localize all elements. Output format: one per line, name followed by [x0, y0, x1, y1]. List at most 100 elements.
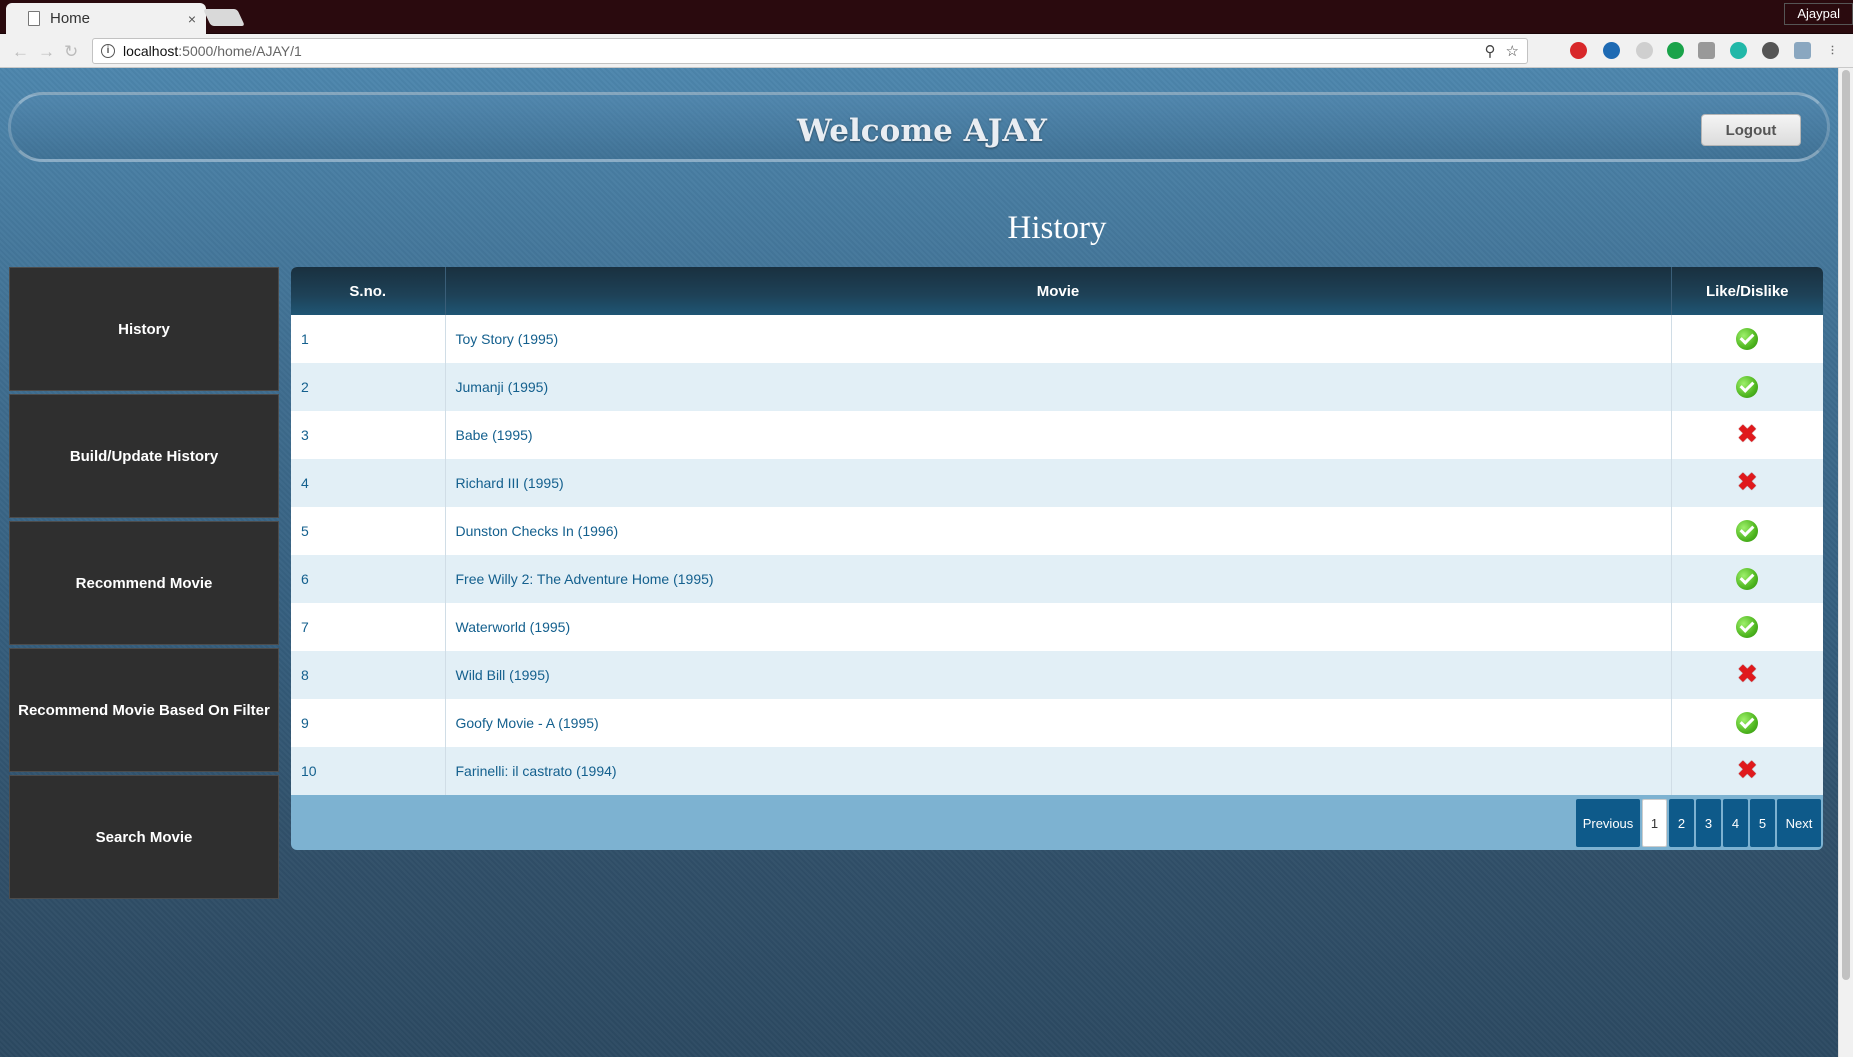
- row-movie: Farinelli: il castrato (1994): [445, 747, 1672, 795]
- row-like-dislike: ✖: [1671, 411, 1823, 459]
- row-like-dislike: ✖: [1671, 459, 1823, 507]
- movie-link[interactable]: Farinelli: il castrato (1994): [456, 763, 617, 779]
- previous-page-button[interactable]: Previous: [1576, 799, 1640, 847]
- movie-link[interactable]: Waterworld (1995): [456, 619, 571, 635]
- extension-notes-icon[interactable]: [1698, 42, 1715, 59]
- dislike-cross-icon: ✖: [1737, 421, 1758, 448]
- page-button-4[interactable]: 4: [1723, 799, 1748, 847]
- menu-icon[interactable]: ⋮: [1824, 42, 1841, 59]
- table-row: 3 Babe (1995) ✖: [291, 411, 1823, 459]
- row-sno: 2: [291, 363, 446, 411]
- new-tab-button[interactable]: [203, 9, 245, 26]
- row-movie: Toy Story (1995): [445, 315, 1672, 363]
- row-movie: Waterworld (1995): [445, 603, 1672, 651]
- like-check-icon: [1736, 616, 1759, 638]
- extension-r-icon[interactable]: [1603, 42, 1620, 59]
- row-movie: Goofy Movie - A (1995): [445, 699, 1672, 747]
- movie-link[interactable]: Jumanji (1995): [456, 379, 549, 395]
- bookmark-star-icon[interactable]: ☆: [1506, 42, 1519, 60]
- extension-m-icon[interactable]: [1730, 42, 1747, 59]
- movie-link[interactable]: Dunston Checks In (1996): [456, 523, 619, 539]
- like-check-icon: [1736, 376, 1759, 398]
- row-like-dislike: [1671, 603, 1823, 651]
- row-like-dislike: ✖: [1671, 747, 1823, 795]
- table-row: 6 Free Willy 2: The Adventure Home (1995): [291, 555, 1823, 603]
- back-icon[interactable]: ←: [12, 42, 29, 62]
- reload-icon[interactable]: ↻: [64, 42, 78, 62]
- row-sno: 1: [291, 315, 446, 363]
- page-button-1[interactable]: 1: [1642, 799, 1667, 847]
- movie-link[interactable]: Babe (1995): [456, 427, 533, 443]
- dislike-cross-icon: ✖: [1737, 469, 1758, 496]
- table-row: 7 Waterworld (1995): [291, 603, 1823, 651]
- page-button-5[interactable]: 5: [1750, 799, 1775, 847]
- page-body: Welcome AJAY Logout History History Buil…: [0, 68, 1838, 1057]
- history-table-container: S.no. Movie Like/Dislike 1 Toy Story (199…: [291, 267, 1823, 850]
- row-sno: 4: [291, 459, 446, 507]
- logout-button[interactable]: Logout: [1701, 114, 1801, 146]
- like-check-icon: [1736, 328, 1759, 350]
- row-sno: 6: [291, 555, 446, 603]
- row-movie: Free Willy 2: The Adventure Home (1995): [445, 555, 1672, 603]
- table-row: 1 Toy Story (1995): [291, 315, 1823, 363]
- table-row: 2 Jumanji (1995): [291, 363, 1823, 411]
- extension-download-icon[interactable]: [1794, 42, 1811, 59]
- url-text: localhost:5000/home/AJAY/1: [123, 43, 302, 59]
- row-like-dislike: [1671, 315, 1823, 363]
- row-sno: 8: [291, 651, 446, 699]
- profile-button[interactable]: Ajaypal: [1784, 3, 1853, 25]
- header-sno[interactable]: S.no.: [291, 267, 446, 315]
- movie-link[interactable]: Goofy Movie - A (1995): [456, 715, 599, 731]
- history-table: S.no. Movie Like/Dislike 1 Toy Story (199…: [291, 267, 1823, 795]
- browser-toolbar: ← → ↻ i localhost:5000/home/AJAY/1 ⚲ ☆ ⋮: [0, 34, 1853, 68]
- movie-link[interactable]: Wild Bill (1995): [456, 667, 550, 683]
- scrollbar-thumb[interactable]: [1842, 70, 1850, 980]
- sidebar-item-search-movie[interactable]: Search Movie: [9, 775, 279, 899]
- extension-grammarly-icon[interactable]: [1667, 42, 1684, 59]
- page-title: History: [1007, 210, 1107, 246]
- row-sno: 3: [291, 411, 446, 459]
- like-check-icon: [1736, 712, 1759, 734]
- sidebar: History Build/Update History Recommend M…: [9, 267, 279, 902]
- tab-close-icon[interactable]: ×: [188, 11, 196, 27]
- browser-tab-home[interactable]: Home ×: [6, 3, 206, 34]
- sidebar-item-build-update-history[interactable]: Build/Update History: [9, 394, 279, 518]
- movie-link[interactable]: Free Willy 2: The Adventure Home (1995): [456, 571, 714, 587]
- welcome-title: Welcome AJAY: [796, 113, 1047, 149]
- table-row: 10 Farinelli: il castrato (1994) ✖: [291, 747, 1823, 795]
- row-like-dislike: [1671, 699, 1823, 747]
- sidebar-item-history[interactable]: History: [9, 267, 279, 391]
- key-icon[interactable]: ⚲: [1485, 42, 1496, 60]
- row-like-dislike: [1671, 363, 1823, 411]
- row-like-dislike: [1671, 555, 1823, 603]
- movie-link[interactable]: Toy Story (1995): [456, 331, 559, 347]
- sidebar-item-recommend-by-filter[interactable]: Recommend Movie Based On Filter: [9, 648, 279, 772]
- dislike-cross-icon: ✖: [1737, 661, 1758, 688]
- info-icon[interactable]: i: [101, 44, 115, 58]
- row-sno: 5: [291, 507, 446, 555]
- extension-gray-icon[interactable]: [1636, 42, 1653, 59]
- row-movie: Jumanji (1995): [445, 363, 1672, 411]
- pagination-bar: Previous 1 2 3 4 5 Next: [291, 795, 1823, 850]
- movie-link[interactable]: Richard III (1995): [456, 475, 564, 491]
- sidebar-item-recommend-movie[interactable]: Recommend Movie: [9, 521, 279, 645]
- row-sno: 10: [291, 747, 446, 795]
- address-bar[interactable]: i localhost:5000/home/AJAY/1 ⚲ ☆: [92, 38, 1528, 64]
- row-movie: Dunston Checks In (1996): [445, 507, 1672, 555]
- row-sno: 9: [291, 699, 446, 747]
- header-like-dislike[interactable]: Like/Dislike: [1671, 267, 1823, 315]
- like-check-icon: [1736, 520, 1759, 542]
- page-button-2[interactable]: 2: [1669, 799, 1694, 847]
- header-movie[interactable]: Movie: [445, 267, 1672, 315]
- browser-tab-bar: Home × Ajaypal: [0, 0, 1853, 34]
- page-button-3[interactable]: 3: [1696, 799, 1721, 847]
- forward-icon[interactable]: →: [38, 42, 55, 62]
- row-sno: 7: [291, 603, 446, 651]
- header-bar: Welcome AJAY Logout: [8, 92, 1830, 162]
- tab-title: Home: [50, 10, 91, 27]
- extension-shield-icon[interactable]: [1570, 42, 1587, 59]
- page-icon: [28, 11, 40, 26]
- extension-settings-icon[interactable]: [1762, 42, 1779, 59]
- next-page-button[interactable]: Next: [1777, 799, 1821, 847]
- page-scrollbar[interactable]: [1838, 68, 1853, 1057]
